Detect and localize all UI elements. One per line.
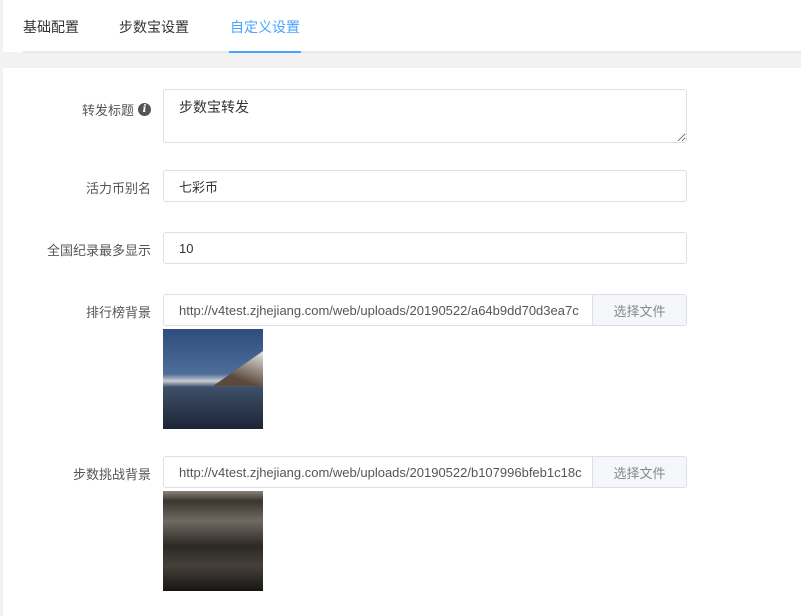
tab-step-settings[interactable]: 步数宝设置: [119, 17, 189, 37]
rank-bg-field: http://v4test.zjhejiang.com/web/uploads/…: [163, 294, 687, 326]
form-panel: 转发标题 i 步数宝转发 活力币别名 七彩币 全国纪录最多显示 10 排行榜背景…: [3, 68, 801, 616]
tab-custom-settings[interactable]: 自定义设置: [229, 17, 301, 53]
challenge-bg-label: 步数挑战背景: [72, 467, 151, 482]
tab-basic-config[interactable]: 基础配置: [23, 17, 79, 37]
challenge-bg-preview-image: [163, 491, 263, 591]
rank-bg-input[interactable]: http://v4test.zjhejiang.com/web/uploads/…: [164, 295, 592, 325]
challenge-bg-input[interactable]: http://v4test.zjhejiang.com/web/uploads/…: [164, 457, 592, 487]
rank-bg-choose-file-button[interactable]: 选择文件: [592, 295, 686, 325]
coin-alias-input[interactable]: 七彩币: [163, 170, 687, 202]
challenge-bg-choose-file-button[interactable]: 选择文件: [592, 457, 686, 487]
tab-bar: 基础配置 步数宝设置 自定义设置: [23, 0, 801, 53]
rank-bg-preview-image: [163, 329, 263, 429]
max-records-label: 全国纪录最多显示: [46, 243, 151, 258]
coin-alias-label: 活力币别名: [85, 181, 151, 196]
share-title-input[interactable]: 步数宝转发: [163, 89, 687, 143]
rank-bg-label: 排行榜背景: [85, 305, 151, 320]
info-icon[interactable]: i: [138, 103, 151, 116]
share-title-label-text: 转发标题: [81, 103, 134, 118]
max-records-input[interactable]: 10: [163, 232, 687, 264]
challenge-bg-field: http://v4test.zjhejiang.com/web/uploads/…: [163, 456, 687, 488]
share-title-label: 转发标题 i: [82, 100, 151, 119]
